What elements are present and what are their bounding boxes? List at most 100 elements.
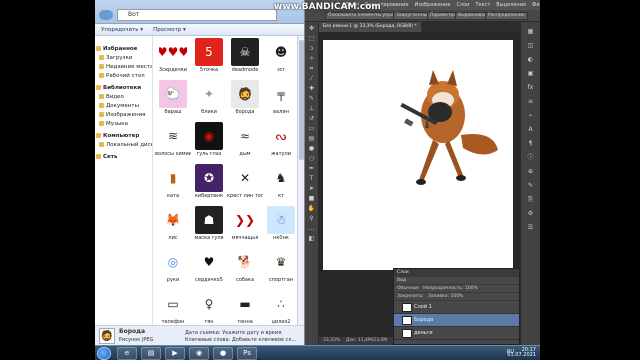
- document-canvas[interactable]: [323, 40, 513, 270]
- tags-field[interactable]: Ключевые слова: Добавьте ключевое сл...: [185, 337, 296, 343]
- sidebar-item[interactable]: Компьютер: [95, 132, 152, 141]
- file-tile[interactable]: 🐕 собака: [227, 248, 263, 288]
- file-tile[interactable]: 🦊 лис: [155, 206, 191, 246]
- file-tile[interactable]: ╤ валин: [263, 80, 299, 120]
- layer-row[interactable]: Слой 1: [394, 301, 519, 314]
- type-tool-icon[interactable]: T: [308, 175, 316, 182]
- blur-tool-icon[interactable]: ●: [308, 145, 316, 152]
- opacity-field[interactable]: Непрозрачность: 100%: [423, 286, 478, 291]
- layer-filter[interactable]: Вид: [394, 277, 519, 285]
- character-panel-icon[interactable]: A: [526, 126, 536, 134]
- taskbar-explorer-icon[interactable]: ▤: [141, 347, 161, 360]
- more-tools-icon[interactable]: …: [308, 225, 316, 232]
- adjustments-panel-icon[interactable]: ◐: [526, 56, 536, 64]
- sidebar-item[interactable]: Избранное: [95, 45, 152, 54]
- channels-panel-icon[interactable]: ≡: [526, 98, 536, 106]
- file-tile[interactable]: 5 5точка: [191, 38, 227, 78]
- file-tile[interactable]: ◎ руки: [155, 248, 191, 288]
- move-tool-icon[interactable]: ✥: [308, 25, 316, 32]
- hand-tool-icon[interactable]: ✋: [308, 205, 316, 212]
- menu-item[interactable]: Текст: [475, 0, 490, 10]
- zoom-level[interactable]: 33,33%: [323, 338, 340, 343]
- history-panel-icon[interactable]: ▦: [526, 28, 536, 36]
- taskbar-bandicam-icon[interactable]: ●: [213, 347, 233, 360]
- layer-row[interactable]: деньги: [394, 327, 519, 340]
- paths-panel-icon[interactable]: ⌁: [526, 112, 536, 120]
- magic-wand-icon[interactable]: ✧: [308, 55, 316, 62]
- menu-item[interactable]: Выделение: [496, 0, 526, 10]
- layer-row[interactable]: Борода: [394, 314, 519, 327]
- gradient-tool-icon[interactable]: ▤: [308, 135, 316, 142]
- scrollbar-thumb[interactable]: [299, 40, 304, 160]
- file-tile[interactable]: ▮ ката: [155, 164, 191, 204]
- explorer-scrollbar[interactable]: [297, 36, 304, 325]
- layers-panel-title[interactable]: Слои: [394, 269, 519, 277]
- file-tile[interactable]: ♥♥♥3сердечки: [155, 38, 191, 78]
- eyedropper-icon[interactable]: ⁄: [308, 75, 316, 82]
- pen-tool-icon[interactable]: ✒: [308, 165, 316, 172]
- clone-panel-icon[interactable]: ⎘: [526, 196, 536, 204]
- lasso-tool-icon[interactable]: ↄ: [308, 45, 316, 52]
- menu-item[interactable]: Изображение: [414, 0, 450, 10]
- shape-tool-icon[interactable]: ■: [308, 195, 316, 202]
- sidebar-item[interactable]: Недавние места: [95, 63, 152, 72]
- sidebar-item[interactable]: Музыка: [95, 120, 152, 129]
- path-select-icon[interactable]: ➤: [308, 185, 316, 192]
- taskbar-ie-icon[interactable]: e: [117, 347, 137, 360]
- file-tile[interactable]: ☗ маска гуля: [191, 206, 227, 246]
- properties-panel-icon[interactable]: ◫: [526, 42, 536, 50]
- taskbar-chrome-icon[interactable]: ◉: [189, 347, 209, 360]
- marquee-tool-icon[interactable]: ⬚: [308, 35, 316, 42]
- file-tile[interactable]: ♥ сердечко5: [191, 248, 227, 288]
- file-tile[interactable]: 🧔 борода: [227, 80, 263, 120]
- dodge-tool-icon[interactable]: ○: [308, 155, 316, 162]
- file-tile[interactable]: ☻ scr: [263, 38, 299, 78]
- paragraph-panel-icon[interactable]: ¶: [526, 140, 536, 148]
- sidebar-item[interactable]: Изображения: [95, 111, 152, 120]
- date-taken[interactable]: Дата съемки: Укажите дату и время: [185, 330, 281, 336]
- file-tile[interactable]: ▭ телефон: [155, 290, 191, 325]
- file-tile[interactable]: ❯❯ мяччащья: [227, 206, 263, 246]
- blend-mode-select[interactable]: Обычные: [397, 286, 419, 291]
- sidebar-item[interactable]: Загрузки: [95, 54, 152, 63]
- address-bar[interactable]: Вот: [117, 9, 277, 21]
- file-tile[interactable]: ☃ нк0нк: [263, 206, 299, 246]
- swatches-panel-icon[interactable]: ▣: [526, 70, 536, 78]
- file-tile[interactable]: ✕ крест лин тол: [227, 164, 263, 204]
- file-tile[interactable]: ♀ тян: [191, 290, 227, 325]
- heal-tool-icon[interactable]: ✚: [308, 85, 316, 92]
- file-tile[interactable]: 🐑 бараш: [155, 80, 191, 120]
- file-tile[interactable]: ᔓ жатули: [263, 122, 299, 162]
- sidebar-item[interactable]: Рабочий стол: [95, 72, 152, 81]
- file-tile[interactable]: ∴ цилиз2: [263, 290, 299, 325]
- file-tile[interactable]: ✦ блики: [191, 80, 227, 120]
- crop-tool-icon[interactable]: ⌗: [308, 65, 316, 72]
- sidebar-item[interactable]: Локальный диск (C:): [95, 141, 152, 150]
- file-tile[interactable]: ♞ кт: [263, 164, 299, 204]
- option-button[interactable]: Распределение: [485, 12, 528, 20]
- file-tile[interactable]: ▬ тонна: [227, 290, 263, 325]
- file-tile[interactable]: ☠ deadmode: [227, 38, 263, 78]
- toolbar-organize[interactable]: Упорядочить ▾: [101, 24, 143, 35]
- start-button[interactable]: [97, 347, 111, 360]
- brush-tool-icon[interactable]: ✎: [308, 95, 316, 102]
- taskbar-media-icon[interactable]: ▶: [165, 347, 185, 360]
- navigator-panel-icon[interactable]: ⊕: [526, 168, 536, 176]
- eraser-tool-icon[interactable]: ▭: [308, 125, 316, 132]
- styles-panel-icon[interactable]: fx: [526, 84, 536, 92]
- menu-item[interactable]: Слои: [456, 0, 469, 10]
- sidebar-item[interactable]: Видео: [95, 93, 152, 102]
- fill-field[interactable]: Заливка: 100%: [428, 294, 463, 299]
- taskbar-photoshop-icon[interactable]: Ps: [237, 347, 257, 360]
- color-swatch-icon[interactable]: ◧: [308, 235, 316, 242]
- file-tile[interactable]: ≋ волосы химии: [155, 122, 191, 162]
- sidebar-item[interactable]: Документы: [95, 102, 152, 111]
- stamp-tool-icon[interactable]: ⊥: [308, 105, 316, 112]
- sidebar-item[interactable]: Сеть: [95, 153, 152, 162]
- info-panel-icon[interactable]: ⓘ: [526, 154, 536, 162]
- tool-presets-icon[interactable]: ⚙: [526, 210, 536, 218]
- back-forward-icon[interactable]: [99, 10, 113, 20]
- toolbar-view[interactable]: Просмотр ▾: [153, 24, 186, 35]
- sidebar-item[interactable]: Библиотеки: [95, 84, 152, 93]
- menu-item[interactable]: Фильтр: [532, 0, 540, 10]
